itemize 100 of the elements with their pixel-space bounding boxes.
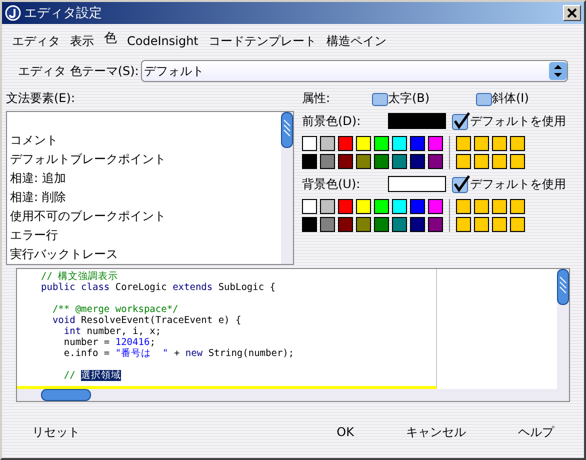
color-swatch[interactable]	[428, 217, 443, 232]
code-text: /** @merge workspace*/	[51, 304, 178, 315]
theme-dropdown[interactable]: デフォルト	[140, 60, 568, 82]
code-text: number =	[62, 337, 111, 348]
custom-color-swatch[interactable]	[456, 199, 471, 214]
custom-color-swatch[interactable]	[492, 199, 507, 214]
color-swatch[interactable]	[338, 217, 353, 232]
code-text: String(number);	[207, 348, 294, 359]
elements-label: 文法要素(E):	[6, 90, 76, 107]
color-swatch[interactable]	[374, 217, 389, 232]
tab[interactable]: 表示	[70, 32, 94, 50]
checkbox[interactable]	[372, 90, 388, 106]
checkbox-label: 斜体(I)	[492, 90, 529, 106]
color-label: 背景色(U):	[302, 176, 362, 192]
custom-color-swatch[interactable]	[492, 217, 507, 232]
tab[interactable]: 色	[104, 29, 117, 47]
code-text: new	[185, 348, 203, 359]
list-item[interactable]: 相違: 削除	[7, 188, 281, 207]
code-text: e.info =	[62, 348, 111, 359]
scrollbar-thumb[interactable]	[41, 389, 91, 401]
code-text: SubLogic {	[217, 282, 276, 293]
close-button[interactable]	[563, 5, 581, 21]
dialog-button[interactable]: ヘルプ	[514, 422, 558, 442]
dialog-button[interactable]: リセット	[28, 422, 84, 442]
dropdown-arrows-icon	[549, 62, 567, 80]
custom-color-swatch[interactable]	[456, 136, 471, 151]
color-swatch[interactable]	[392, 199, 407, 214]
list-item[interactable]: 使用不可のブレークポイント	[7, 207, 281, 226]
color-swatch[interactable]	[428, 154, 443, 169]
custom-color-swatch[interactable]	[456, 154, 471, 169]
color-swatch[interactable]	[356, 154, 371, 169]
code-text: CoreLogic	[114, 282, 168, 293]
window-title: エディタ設定	[24, 5, 103, 22]
color-swatch[interactable]	[338, 136, 353, 151]
code-text: // 構文強調表示	[41, 271, 118, 282]
color-swatch[interactable]	[302, 199, 317, 214]
custom-color-swatch[interactable]	[492, 154, 507, 169]
custom-color-swatch[interactable]	[492, 136, 507, 151]
color-swatch[interactable]	[302, 217, 317, 232]
scrollbar-thumb[interactable]	[557, 269, 569, 305]
code-text: +	[172, 348, 181, 359]
code-text: ResolveEvent(TraceEvent e) {	[80, 315, 242, 326]
current-color-swatch[interactable]	[388, 176, 446, 192]
checkbox-label: デフォルトを使用	[470, 112, 566, 130]
list-item[interactable]: 相違: 追加	[7, 169, 281, 188]
code-text: number, i, x;	[86, 326, 162, 337]
app-icon	[5, 5, 21, 21]
color-swatch[interactable]	[356, 199, 371, 214]
tab[interactable]: CodeInsight	[127, 34, 198, 48]
color-swatch[interactable]	[320, 217, 335, 232]
color-swatch[interactable]	[374, 154, 389, 169]
checkbox[interactable]	[452, 112, 470, 130]
checkbox[interactable]	[452, 175, 470, 193]
color-swatch[interactable]	[302, 136, 317, 151]
custom-color-swatch[interactable]	[456, 217, 471, 232]
color-swatch[interactable]	[392, 217, 407, 232]
tab[interactable]: コードテンプレート	[208, 32, 316, 50]
theme-label: エディタ 色テーマ(S):	[18, 62, 139, 80]
list-item[interactable]: デフォルトブレークポイント	[7, 150, 281, 169]
custom-color-swatch[interactable]	[510, 217, 525, 232]
color-swatch[interactable]	[320, 199, 335, 214]
color-swatch[interactable]	[320, 154, 335, 169]
color-swatch[interactable]	[374, 136, 389, 151]
scrollbar-thumb[interactable]	[281, 112, 293, 148]
color-swatch[interactable]	[410, 136, 425, 151]
color-swatch[interactable]	[338, 154, 353, 169]
color-swatch[interactable]	[374, 199, 389, 214]
color-swatch[interactable]	[320, 136, 335, 151]
color-swatch[interactable]	[338, 199, 353, 214]
custom-color-swatch[interactable]	[510, 154, 525, 169]
code-text: public class	[41, 282, 110, 293]
list-item[interactable]: コメント	[7, 131, 281, 150]
current-color-swatch[interactable]	[388, 113, 446, 129]
custom-color-swatch[interactable]	[510, 136, 525, 151]
color-swatch[interactable]	[410, 217, 425, 232]
list-item[interactable]: 実行バックトレース	[7, 245, 281, 264]
checkbox-label: 太字(B)	[388, 90, 430, 106]
color-swatch[interactable]	[428, 136, 443, 151]
custom-color-swatch[interactable]	[474, 154, 489, 169]
custom-color-swatch[interactable]	[474, 217, 489, 232]
color-swatch[interactable]	[302, 154, 317, 169]
color-swatch[interactable]	[410, 199, 425, 214]
tab[interactable]: 構造ペイン	[326, 32, 386, 50]
code-text: "番号は "	[115, 348, 168, 359]
color-swatch[interactable]	[392, 154, 407, 169]
color-swatch[interactable]	[428, 199, 443, 214]
custom-color-swatch[interactable]	[510, 199, 525, 214]
color-swatch[interactable]	[392, 136, 407, 151]
list-item[interactable]: エラー行	[7, 226, 281, 245]
color-swatch[interactable]	[410, 154, 425, 169]
custom-color-swatch[interactable]	[474, 136, 489, 151]
color-swatch[interactable]	[356, 217, 371, 232]
code-text: extends	[172, 282, 213, 293]
code-text: //	[62, 370, 76, 381]
tab[interactable]: エディタ	[12, 32, 60, 50]
dialog-button[interactable]: キャンセル	[402, 422, 470, 442]
color-swatch[interactable]	[356, 136, 371, 151]
custom-color-swatch[interactable]	[474, 199, 489, 214]
checkbox[interactable]	[476, 90, 492, 106]
dialog-button[interactable]: OK	[332, 423, 358, 441]
